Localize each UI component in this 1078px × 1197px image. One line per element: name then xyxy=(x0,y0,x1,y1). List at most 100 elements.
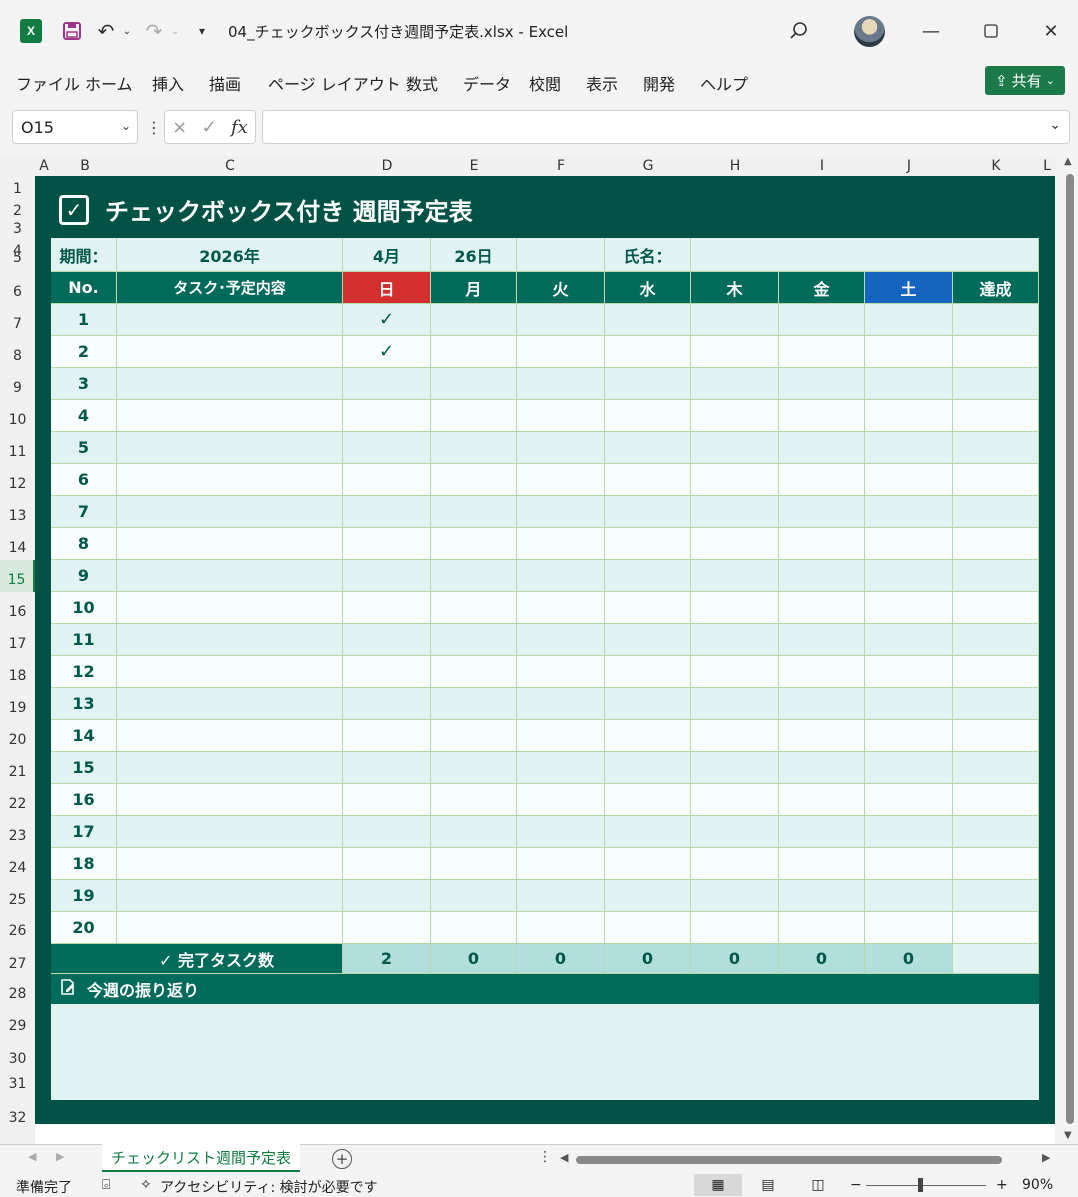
day-checkbox-cell[interactable] xyxy=(343,880,431,912)
day-checkbox-cell[interactable] xyxy=(691,688,779,720)
vertical-scrollbar[interactable]: ▲ ▼ xyxy=(1061,156,1078,1144)
day-checkbox-cell[interactable] xyxy=(779,880,865,912)
scroll-up-icon[interactable]: ▲ xyxy=(1064,156,1072,167)
column-header[interactable]: H xyxy=(691,156,779,176)
day-checkbox-cell[interactable] xyxy=(779,656,865,688)
achieved-cell[interactable] xyxy=(953,592,1039,624)
row-header[interactable]: 32 xyxy=(0,1104,35,1126)
row-header[interactable]: 15 xyxy=(0,560,35,592)
day-checkbox-cell[interactable] xyxy=(779,432,865,464)
row-header[interactable]: 23 xyxy=(0,816,35,848)
day-checkbox-cell[interactable] xyxy=(431,656,517,688)
scroll-right-icon[interactable]: ▶ xyxy=(1042,1151,1050,1164)
day-checkbox-cell[interactable] xyxy=(517,752,605,784)
day-checkbox-cell[interactable] xyxy=(779,464,865,496)
expand-formula-icon[interactable]: ⌄ xyxy=(1049,117,1061,133)
day-checkbox-cell[interactable] xyxy=(517,816,605,848)
horizontal-scroll-thumb[interactable] xyxy=(576,1156,1002,1164)
day-checkbox-cell[interactable] xyxy=(343,752,431,784)
macro-record-icon[interactable]: ⌻ xyxy=(102,1177,110,1193)
column-header[interactable]: K xyxy=(953,156,1039,176)
row-header[interactable]: 28 xyxy=(0,974,35,1006)
day-checkbox-cell[interactable] xyxy=(691,784,779,816)
day-checkbox-cell[interactable]: ✓ xyxy=(343,304,431,336)
achieved-cell[interactable] xyxy=(953,848,1039,880)
achieved-cell[interactable] xyxy=(953,624,1039,656)
task-content-cell[interactable] xyxy=(117,304,343,336)
day-checkbox-cell[interactable] xyxy=(517,592,605,624)
zoom-level[interactable]: 90% xyxy=(1022,1177,1053,1193)
row-header[interactable]: 10 xyxy=(0,400,35,432)
day-checkbox-cell[interactable] xyxy=(691,496,779,528)
day-checkbox-cell[interactable] xyxy=(431,848,517,880)
column-header[interactable]: B xyxy=(53,156,117,176)
day-checkbox-cell[interactable] xyxy=(343,592,431,624)
task-content-cell[interactable] xyxy=(117,752,343,784)
menu-draw[interactable]: 描画 xyxy=(209,71,241,95)
achieved-cell[interactable] xyxy=(953,688,1039,720)
achieved-cell[interactable] xyxy=(953,560,1039,592)
task-content-cell[interactable] xyxy=(117,368,343,400)
row-header[interactable]: 27 xyxy=(0,944,35,976)
user-avatar[interactable] xyxy=(854,16,885,47)
column-header[interactable]: D xyxy=(343,156,431,176)
day-checkbox-cell[interactable] xyxy=(517,560,605,592)
day-checkbox-cell[interactable] xyxy=(605,368,691,400)
row-header[interactable]: 29 xyxy=(0,1006,35,1038)
row-header[interactable]: 26 xyxy=(0,912,35,942)
day-checkbox-cell[interactable] xyxy=(691,592,779,624)
day-checkbox-cell[interactable] xyxy=(605,848,691,880)
column-header[interactable]: F xyxy=(517,156,605,176)
day-checkbox-cell[interactable] xyxy=(691,528,779,560)
day-checkbox-cell[interactable] xyxy=(865,880,953,912)
task-content-cell[interactable] xyxy=(117,592,343,624)
day-checkbox-cell[interactable] xyxy=(779,496,865,528)
task-content-cell[interactable] xyxy=(117,880,343,912)
day-checkbox-cell[interactable] xyxy=(431,336,517,368)
achieved-cell[interactable] xyxy=(953,368,1039,400)
menu-help[interactable]: ヘルプ xyxy=(700,71,748,95)
column-header[interactable]: L xyxy=(1039,156,1055,176)
row-header[interactable]: 2 xyxy=(0,194,35,220)
name-box[interactable]: O15 ⌄ xyxy=(12,110,138,144)
tab-split-grip-icon[interactable]: ⋮ xyxy=(538,1149,552,1165)
task-content-cell[interactable] xyxy=(117,656,343,688)
task-content-cell[interactable] xyxy=(117,816,343,848)
day-checkbox-cell[interactable] xyxy=(779,304,865,336)
day-checkbox-cell[interactable] xyxy=(605,560,691,592)
task-content-cell[interactable] xyxy=(117,464,343,496)
achieved-cell[interactable] xyxy=(953,496,1039,528)
column-header[interactable]: G xyxy=(605,156,691,176)
day-checkbox-cell[interactable] xyxy=(779,400,865,432)
day-checkbox-cell[interactable] xyxy=(865,912,953,944)
row-header[interactable]: 18 xyxy=(0,656,35,688)
day-checkbox-cell[interactable]: ✓ xyxy=(343,336,431,368)
row-header[interactable]: 9 xyxy=(0,368,35,400)
day-checkbox-cell[interactable] xyxy=(431,432,517,464)
day-checkbox-cell[interactable] xyxy=(517,624,605,656)
day-checkbox-cell[interactable] xyxy=(605,528,691,560)
achieved-cell[interactable] xyxy=(953,304,1039,336)
row-header[interactable]: 20 xyxy=(0,720,35,752)
day-checkbox-cell[interactable] xyxy=(691,368,779,400)
day-checkbox-cell[interactable] xyxy=(605,400,691,432)
row-header[interactable]: 22 xyxy=(0,784,35,816)
day-checkbox-cell[interactable] xyxy=(691,560,779,592)
day-checkbox-cell[interactable] xyxy=(517,496,605,528)
day-checkbox-cell[interactable] xyxy=(691,720,779,752)
day-checkbox-cell[interactable] xyxy=(517,336,605,368)
day-checkbox-cell[interactable] xyxy=(343,496,431,528)
column-header[interactable]: I xyxy=(779,156,865,176)
name-field[interactable] xyxy=(691,238,1039,272)
day-checkbox-cell[interactable] xyxy=(605,752,691,784)
day-checkbox-cell[interactable] xyxy=(431,528,517,560)
day-checkbox-cell[interactable] xyxy=(865,816,953,848)
row-header[interactable]: 14 xyxy=(0,528,35,560)
day-checkbox-cell[interactable] xyxy=(431,880,517,912)
day-checkbox-cell[interactable] xyxy=(343,848,431,880)
day-checkbox-cell[interactable] xyxy=(517,880,605,912)
day-checkbox-cell[interactable] xyxy=(605,720,691,752)
chevron-down-icon[interactable]: ⌄ xyxy=(121,119,131,133)
day-checkbox-cell[interactable] xyxy=(431,368,517,400)
accessibility-status[interactable]: アクセシビリティ: 検討が必要です xyxy=(160,1177,378,1197)
